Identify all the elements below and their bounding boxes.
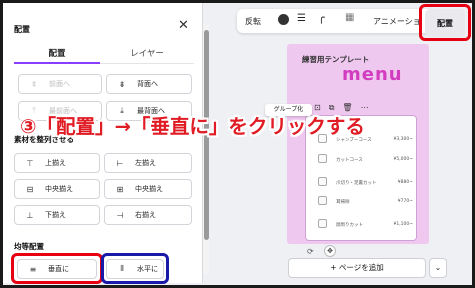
tab-arrange[interactable]: 配置 (14, 47, 100, 59)
move-icon[interactable]: ✥ (324, 245, 336, 257)
checkbox-icon (318, 219, 327, 228)
checkbox-icon (318, 154, 327, 163)
arrange-highlight-box (419, 4, 471, 41)
align-center-button[interactable]: ⊞ 中央揃え (104, 179, 192, 199)
vertical-highlight-box (11, 253, 103, 284)
align-top-icon: ⊤ (26, 158, 34, 168)
rotate-icon[interactable]: ⟳ (307, 247, 314, 256)
checkbox-icon (318, 177, 327, 186)
send-backward-button[interactable]: ⇟ 背面へ (106, 74, 192, 94)
align-center-label: 中央揃え (135, 185, 163, 193)
panel-title: 配置 (14, 25, 30, 34)
align-right-icon: ⊣ (116, 210, 124, 220)
align-middle-button[interactable]: ⊟ 中央揃え (14, 179, 100, 199)
align-middle-icon: ⊟ (26, 184, 34, 194)
align-left-label: 左揃え (135, 159, 156, 167)
horizontal-highlight-box (101, 253, 169, 284)
instruction-caption: ③「配置」→「垂直に」をクリックする (20, 115, 365, 138)
active-tab-indicator (14, 62, 100, 64)
tab-layer[interactable]: レイヤー (104, 47, 190, 59)
transparency-icon[interactable]: ▦ (345, 12, 354, 23)
color-swatch[interactable] (278, 14, 289, 25)
distribute-section-title: 均等配置 (14, 242, 44, 251)
border-style-icon[interactable]: ☰ (297, 13, 306, 24)
align-bottom-button[interactable]: ⊥ 下揃え (14, 205, 100, 225)
corner-rounding-icon[interactable]: ╭ (318, 11, 325, 24)
align-bottom-icon: ⊥ (26, 210, 34, 220)
animate-button[interactable]: アニメーショ (373, 16, 421, 27)
bring-forward-icon: ⇞ (30, 79, 38, 89)
align-top-button[interactable]: ⊤ 上揃え (14, 153, 100, 173)
add-page-button[interactable]: + ページを追加 (288, 258, 426, 278)
align-left-icon: ⊢ (116, 158, 124, 168)
bring-forward-button[interactable]: ⇞ 前面へ (18, 74, 102, 94)
close-icon[interactable]: ✕ (178, 18, 189, 33)
send-backward-label: 背面へ (137, 80, 158, 88)
send-backward-icon: ⇟ (118, 79, 126, 89)
bring-forward-label: 前面へ (49, 80, 70, 88)
align-left-button[interactable]: ⊢ 左揃え (104, 153, 192, 173)
align-center-icon: ⊞ (116, 184, 124, 194)
align-right-button[interactable]: ⊣ 右揃え (104, 205, 192, 225)
checkbox-icon (318, 196, 327, 205)
align-right-label: 右揃え (135, 211, 156, 219)
align-bottom-label: 下揃え (45, 211, 66, 219)
align-top-label: 上揃え (45, 159, 66, 167)
menu-heading: menu (342, 64, 403, 85)
chevron-down-icon[interactable]: ⌄ (429, 258, 447, 278)
flip-button[interactable]: 反転 (245, 16, 261, 27)
align-middle-label: 中央揃え (45, 185, 73, 193)
